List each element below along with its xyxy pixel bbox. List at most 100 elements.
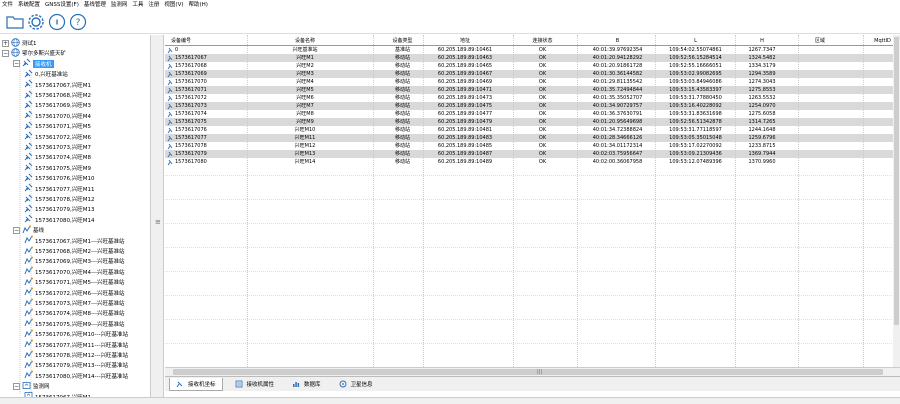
tree-item[interactable]: 1573617077,兴旺M11 — [24, 183, 95, 194]
menu-item[interactable]: 基线管理 — [84, 0, 106, 10]
tree-item[interactable]: 1573617073,兴旺M7---兴旺基准站 — [24, 298, 124, 308]
tree-item[interactable]: 1573617079,兴旺M13---兴旺基准站 — [24, 360, 128, 370]
table-row[interactable]: 1573617070 兴旺M4 移动站 60.205.189.89:10469 OK 40… — [165, 78, 900, 86]
table-row[interactable]: 0 兴旺基准站 基准站 60.205.189.89:10461 OK 40:01:39.9… — [165, 46, 900, 54]
scroll-thumb[interactable] — [894, 37, 899, 325]
tree-item[interactable]: 1573617074,兴旺M8---兴旺基准站 — [24, 308, 124, 318]
column-header[interactable]: 设备类型 — [375, 37, 430, 45]
tree-item[interactable]: 1573617073,兴旺M7 — [24, 142, 91, 152]
tab-properties[interactable]: 接收机属性 — [229, 378, 281, 391]
table-row[interactable]: 1573617067 兴旺M1 移动站 60.205.189.89:10463 OK 40… — [165, 54, 900, 62]
tree-item[interactable]: 1573617077,兴旺M11---兴旺基准站 — [24, 339, 128, 350]
table-row[interactable]: 1573617078 兴旺M12 移动站 60.205.189.89:10485 OK 4… — [165, 142, 900, 150]
table-row[interactable]: 1573617069 兴旺M3 移动站 60.205.189.89:10467 OK 40… — [165, 70, 900, 78]
column-header[interactable]: B — [580, 37, 655, 45]
menu-item[interactable]: 帮助(H) — [188, 0, 207, 10]
tree-item[interactable]: 1573617075,兴旺M9 — [24, 162, 91, 173]
table-row[interactable]: 1573617080 兴旺M14 移动站 60.205.189.89:10489 OK 4… — [165, 158, 900, 166]
tree-expander-icon[interactable]: − — [13, 382, 20, 390]
column-header[interactable]: 设备名称 — [250, 37, 360, 45]
table-cell: 109:53:05.35015048 — [669, 135, 722, 141]
menu-item[interactable]: 工具 — [132, 0, 143, 10]
menu-item[interactable]: 监测网 — [111, 0, 128, 10]
pane-splitter[interactable]: ≡ — [150, 35, 164, 397]
tree-item[interactable]: + 测试1 — [2, 37, 37, 48]
tree-item[interactable]: 1573617075,兴旺M9---兴旺基准站 — [24, 318, 124, 329]
tree-item[interactable]: 0,兴旺基准站 — [24, 69, 68, 79]
tab-satellite[interactable]: 卫星信息 — [333, 378, 379, 391]
receiver-icon — [167, 158, 174, 168]
column-header[interactable]: L — [658, 37, 733, 45]
table-row[interactable]: 1573617079 兴旺M13 移动站 60.205.189.89:10487 OK 4… — [165, 150, 900, 158]
tree-expander-icon[interactable]: − — [2, 49, 9, 57]
table-row[interactable]: 1573617072 兴旺M6 移动站 60.205.189.89:10473 OK 40… — [165, 94, 900, 102]
column-header[interactable]: 连接状态 — [515, 37, 570, 45]
table-cell: 基准站 — [394, 47, 410, 53]
tree-item[interactable]: 1573617068,兴旺M2 — [24, 90, 91, 100]
column-header[interactable]: 地址 — [425, 37, 505, 45]
tree-item[interactable]: − 接收机 — [13, 58, 54, 69]
scroll-thumb[interactable] — [173, 369, 883, 375]
tree-item[interactable]: 1573617080,兴旺M14 — [24, 214, 95, 225]
tree-item[interactable]: 1573617068,兴旺M2---兴旺基准站 — [24, 246, 124, 256]
tree-expander-icon[interactable]: + — [2, 39, 9, 47]
settings-icon[interactable] — [27, 13, 45, 31]
tree-item-label: 1573617070,兴旺M4---兴旺基准站 — [35, 269, 125, 276]
tree-item[interactable]: 1573617070,兴旺M4---兴旺基准站 — [24, 266, 125, 277]
table-cell: 109:53:31.77880450 — [669, 95, 722, 101]
table-cell: 40:02:00.36067958 — [592, 159, 643, 165]
tree-item[interactable]: 1573617067,兴旺M1 — [24, 79, 91, 90]
baseline-icon — [24, 350, 35, 361]
tree-item[interactable]: 1573617080,兴旺M14---兴旺基准站 — [24, 370, 128, 381]
tree-item[interactable]: 1573617070,兴旺M4 — [24, 110, 91, 121]
folder-icon[interactable] — [6, 13, 24, 31]
tree-item[interactable]: 1573617067,兴旺M1---兴旺基准站 — [24, 235, 124, 246]
tree-item[interactable]: 1573617078,兴旺M12 — [24, 194, 95, 204]
horizontal-scrollbar[interactable]: ||| — [165, 367, 900, 376]
column-header[interactable]: H — [737, 37, 787, 45]
tree-item[interactable]: 1573617079,兴旺M13 — [24, 204, 95, 214]
tree-item[interactable]: 1573617078,兴旺M12---兴旺基准站 — [24, 350, 128, 360]
vertical-scrollbar[interactable] — [893, 35, 900, 367]
table-cell: 40:01:28.34666126 — [592, 135, 643, 141]
menu-item[interactable]: GNSS设置(F) — [45, 0, 79, 10]
tree-item-label: 1573617071,兴旺M5 — [35, 124, 91, 131]
table-cell: 移动站 — [394, 151, 410, 157]
tree-item[interactable]: 1573617071,兴旺M5 — [24, 121, 91, 131]
table-row[interactable]: 1573617073 兴旺M7 移动站 60.205.189.89:10475 OK 40… — [165, 102, 900, 110]
tree-item[interactable]: 1573617076,兴旺M10---兴旺基准站 — [24, 329, 128, 339]
table-row[interactable]: 1573617074 兴旺M8 移动站 60.205.189.89:10477 OK 40… — [165, 110, 900, 118]
tab-receiver[interactable]: 接收机坐标 — [169, 377, 223, 391]
column-header[interactable]: 区域 — [800, 37, 840, 45]
menu-item[interactable]: 视图(V) — [164, 0, 183, 10]
receiver-icon — [24, 121, 35, 132]
tree-item[interactable]: − 基线 — [13, 225, 44, 235]
table-cell: 40:02:03.75956647 — [592, 151, 643, 157]
help-icon[interactable]: ? — [69, 13, 87, 31]
table-row[interactable]: 1573617075 兴旺M9 移动站 60.205.189.89:10479 OK 40… — [165, 118, 900, 126]
menu-item[interactable]: 文件 — [2, 0, 13, 10]
menu-item[interactable]: 系统配置 — [18, 0, 40, 10]
table-row[interactable]: 1573617068 兴旺M2 移动站 60.205.189.89:10465 OK 40… — [165, 62, 900, 70]
table-row[interactable]: 1573617077 兴旺M11 移动站 60.205.189.89:10483 OK 4… — [165, 134, 900, 142]
tree-expander-icon[interactable]: − — [13, 226, 20, 234]
tab-label: 接收机属性 — [246, 382, 275, 388]
tab-chart[interactable]: 数据库 — [286, 378, 327, 391]
tree-item[interactable]: − 监测网 — [13, 381, 50, 391]
tree-expander-icon[interactable]: − — [13, 60, 20, 68]
table-row[interactable]: 1573617076 兴旺M10 移动站 60.205.189.89:10481 OK 4… — [165, 126, 900, 134]
tree-item[interactable]: 1573617071,兴旺M5---兴旺基准站 — [24, 277, 124, 287]
tree-item[interactable]: 1573617072,兴旺M6 — [24, 131, 91, 142]
tree-item[interactable]: 1573617069,兴旺M3 — [24, 100, 91, 110]
pause-icon[interactable]: Ⅱ — [48, 13, 66, 31]
tree-item[interactable]: 1573617072,兴旺M6---兴旺基准站 — [24, 287, 124, 298]
project-tree[interactable]: + 测试1− 鄂尔多斯兴盛天矿 − 接收机 0,兴旺基准站 1573617067,兴旺M1 1… — [0, 35, 150, 397]
tree-item[interactable]: 1573617074,兴旺M8 — [24, 152, 91, 162]
tree-item[interactable]: 1573617069,兴旺M3---兴旺基准站 — [24, 256, 124, 266]
receiver-icon — [24, 142, 35, 153]
tree-item[interactable]: 1573617076,兴旺M10 — [24, 173, 95, 183]
tree-item[interactable]: − 鄂尔多斯兴盛天矿 — [2, 48, 66, 58]
table-row[interactable]: 1573617071 兴旺M5 移动站 60.205.189.89:10471 OK 40… — [165, 86, 900, 94]
table-cell: OK — [538, 47, 547, 53]
menu-item[interactable]: 注册 — [148, 0, 159, 10]
